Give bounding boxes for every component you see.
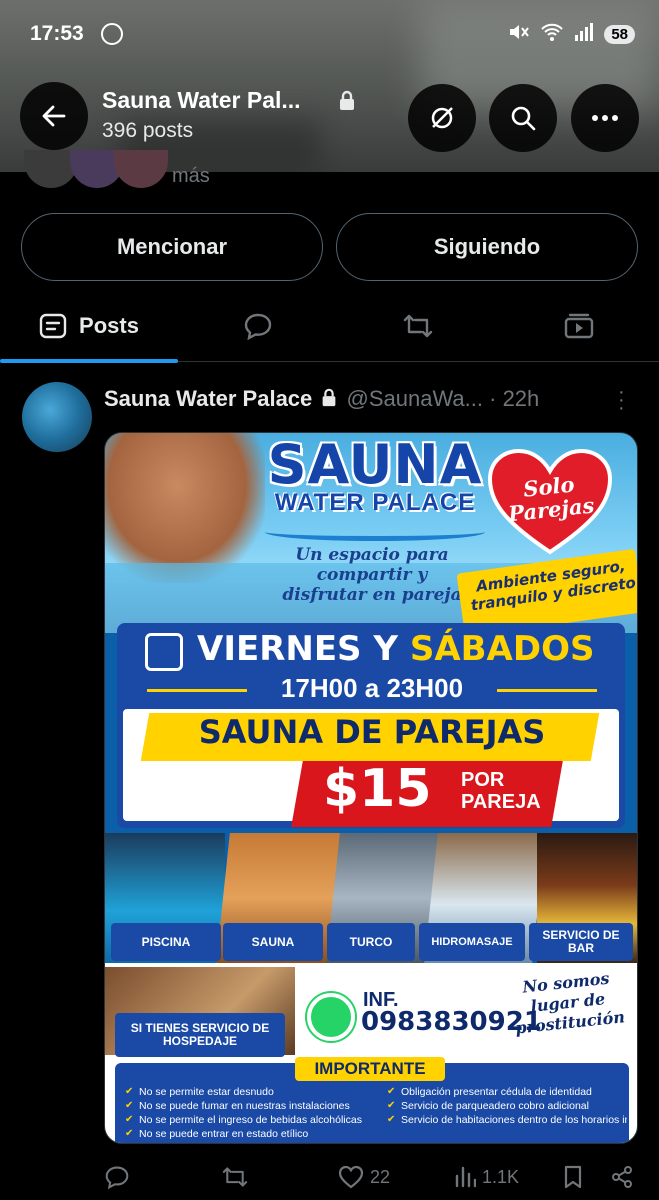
profile-title: Sauna Water Pal... bbox=[102, 87, 301, 113]
flyer-rules-right: Obligación presentar cédula de identidad… bbox=[387, 1085, 627, 1127]
post-author-handle[interactable]: @SaunaWa... bbox=[347, 386, 483, 411]
status-icons: 58 bbox=[508, 22, 635, 47]
repost-icon bbox=[403, 314, 433, 338]
battery-indicator: 58 bbox=[604, 25, 635, 44]
tab-media[interactable] bbox=[498, 290, 659, 362]
search-icon bbox=[511, 106, 536, 131]
flyer-hours: 17H00 a 23H00 bbox=[280, 673, 464, 703]
back-button[interactable] bbox=[20, 82, 88, 150]
calendar-icon bbox=[145, 633, 183, 671]
service-label-sauna: SAUNA bbox=[223, 923, 323, 961]
rule-item: No se permite estar desnudo bbox=[125, 1085, 365, 1099]
following-button[interactable]: Siguiendo bbox=[336, 213, 638, 281]
post-image[interactable]: SAUNA WATER PALACE Un espacio para compa… bbox=[104, 432, 638, 1144]
post-actions: 22 1.1K bbox=[104, 1160, 644, 1194]
view-count: 1.1K bbox=[482, 1166, 520, 1187]
like-count: 22 bbox=[370, 1166, 391, 1187]
profile-tabs: Posts bbox=[0, 290, 659, 363]
post-header: Sauna Water Palace @SaunaWa... · 22h bbox=[104, 386, 634, 416]
flyer-per-couple: POR PAREJA bbox=[461, 769, 541, 813]
rule-item: Obligación presentar cédula de identidad bbox=[387, 1085, 627, 1099]
service-label-jacuzzi: HIDROMASAJE bbox=[419, 923, 525, 961]
reply-bubble-icon bbox=[244, 313, 272, 340]
grok-icon bbox=[431, 107, 453, 129]
avatar bbox=[114, 150, 168, 188]
reply-button[interactable] bbox=[104, 1160, 136, 1194]
lock-icon bbox=[318, 386, 346, 411]
status-bar: 17:53 58 bbox=[0, 20, 659, 50]
posts-count: 396 posts bbox=[102, 119, 194, 142]
post-author-avatar[interactable] bbox=[22, 382, 92, 452]
rule-item: Servicio de habitaciones dentro de los h… bbox=[387, 1113, 627, 1127]
signal-icon bbox=[574, 23, 594, 46]
media-icon bbox=[564, 313, 593, 339]
post-more-icon[interactable]: · · · bbox=[618, 382, 625, 418]
post-timestamp[interactable]: · 22h bbox=[489, 386, 539, 411]
whatsapp-icon bbox=[307, 993, 355, 1041]
views-button[interactable]: 1.1K bbox=[454, 1160, 519, 1194]
wifi-icon bbox=[540, 22, 564, 47]
reply-icon bbox=[105, 1166, 129, 1189]
followers-more-text: más bbox=[172, 165, 210, 187]
search-button[interactable] bbox=[489, 84, 557, 152]
rule-item: No se puede entrar en estado etílico bbox=[125, 1127, 365, 1141]
flyer-lodging-label: SI TIENES SERVICIO DE HOSPEDAJE bbox=[115, 1013, 285, 1057]
tab-replies[interactable] bbox=[178, 290, 338, 362]
rule-item: No se permite el ingreso de bebidas alco… bbox=[125, 1113, 365, 1127]
whatsapp-notification-icon bbox=[101, 23, 123, 45]
views-chart-icon bbox=[455, 1166, 476, 1188]
active-tab-indicator bbox=[0, 359, 178, 363]
flyer-days: VIERNES Y SÁBADOS bbox=[197, 629, 595, 669]
lock-icon bbox=[338, 90, 356, 117]
post-author-name[interactable]: Sauna Water Palace bbox=[104, 386, 312, 411]
share-icon bbox=[612, 1166, 632, 1188]
heart-outline-icon bbox=[338, 1165, 364, 1189]
more-button[interactable] bbox=[571, 84, 639, 152]
more-horizontal-icon bbox=[592, 115, 618, 121]
rule-item: No se puede fumar en nuestras instalacio… bbox=[125, 1099, 365, 1113]
service-label-turkish: TURCO bbox=[327, 923, 415, 961]
like-button[interactable]: 22 bbox=[338, 1160, 390, 1194]
mute-icon bbox=[508, 22, 530, 47]
tab-posts-label: Posts bbox=[79, 313, 139, 338]
flyer-logo-water-palace: WATER PALACE bbox=[274, 489, 476, 516]
flyer-tagline: Un espacio para compartir y disfrutar en… bbox=[282, 545, 462, 605]
service-label-pool: PISCINA bbox=[111, 923, 221, 961]
bookmark-button[interactable] bbox=[562, 1160, 584, 1194]
flyer-price: $15 bbox=[323, 759, 432, 819]
flyer-important-title: IMPORTANTE bbox=[295, 1057, 445, 1081]
repost-button[interactable] bbox=[220, 1160, 250, 1194]
arrow-left-icon bbox=[42, 105, 66, 127]
rule-item: Servicio de parqueadero cobro adicional bbox=[387, 1099, 627, 1113]
mention-button[interactable]: Mencionar bbox=[21, 213, 323, 281]
repost-icon bbox=[222, 1167, 248, 1187]
status-time: 17:53 bbox=[30, 22, 84, 45]
service-label-bar: SERVICIO DE BAR bbox=[529, 923, 633, 961]
flyer-logo-wave bbox=[265, 523, 485, 541]
share-button[interactable] bbox=[610, 1160, 634, 1194]
flyer-days-part1: VIERNES Y bbox=[197, 629, 410, 669]
flyer-couple-photo bbox=[105, 433, 265, 583]
tab-reposts[interactable] bbox=[338, 290, 498, 362]
posts-icon bbox=[39, 313, 67, 339]
grok-button[interactable] bbox=[408, 84, 476, 152]
flyer-days-part2: SÁBADOS bbox=[409, 629, 595, 669]
flyer-rules-left: No se permite estar desnudo No se puede … bbox=[125, 1085, 365, 1141]
flyer-headline: SAUNA DE PAREJAS bbox=[198, 713, 546, 751]
flyer-logo-sauna: SAUNA bbox=[267, 433, 483, 496]
bookmark-icon bbox=[564, 1165, 582, 1189]
tab-posts[interactable]: Posts bbox=[0, 290, 178, 362]
